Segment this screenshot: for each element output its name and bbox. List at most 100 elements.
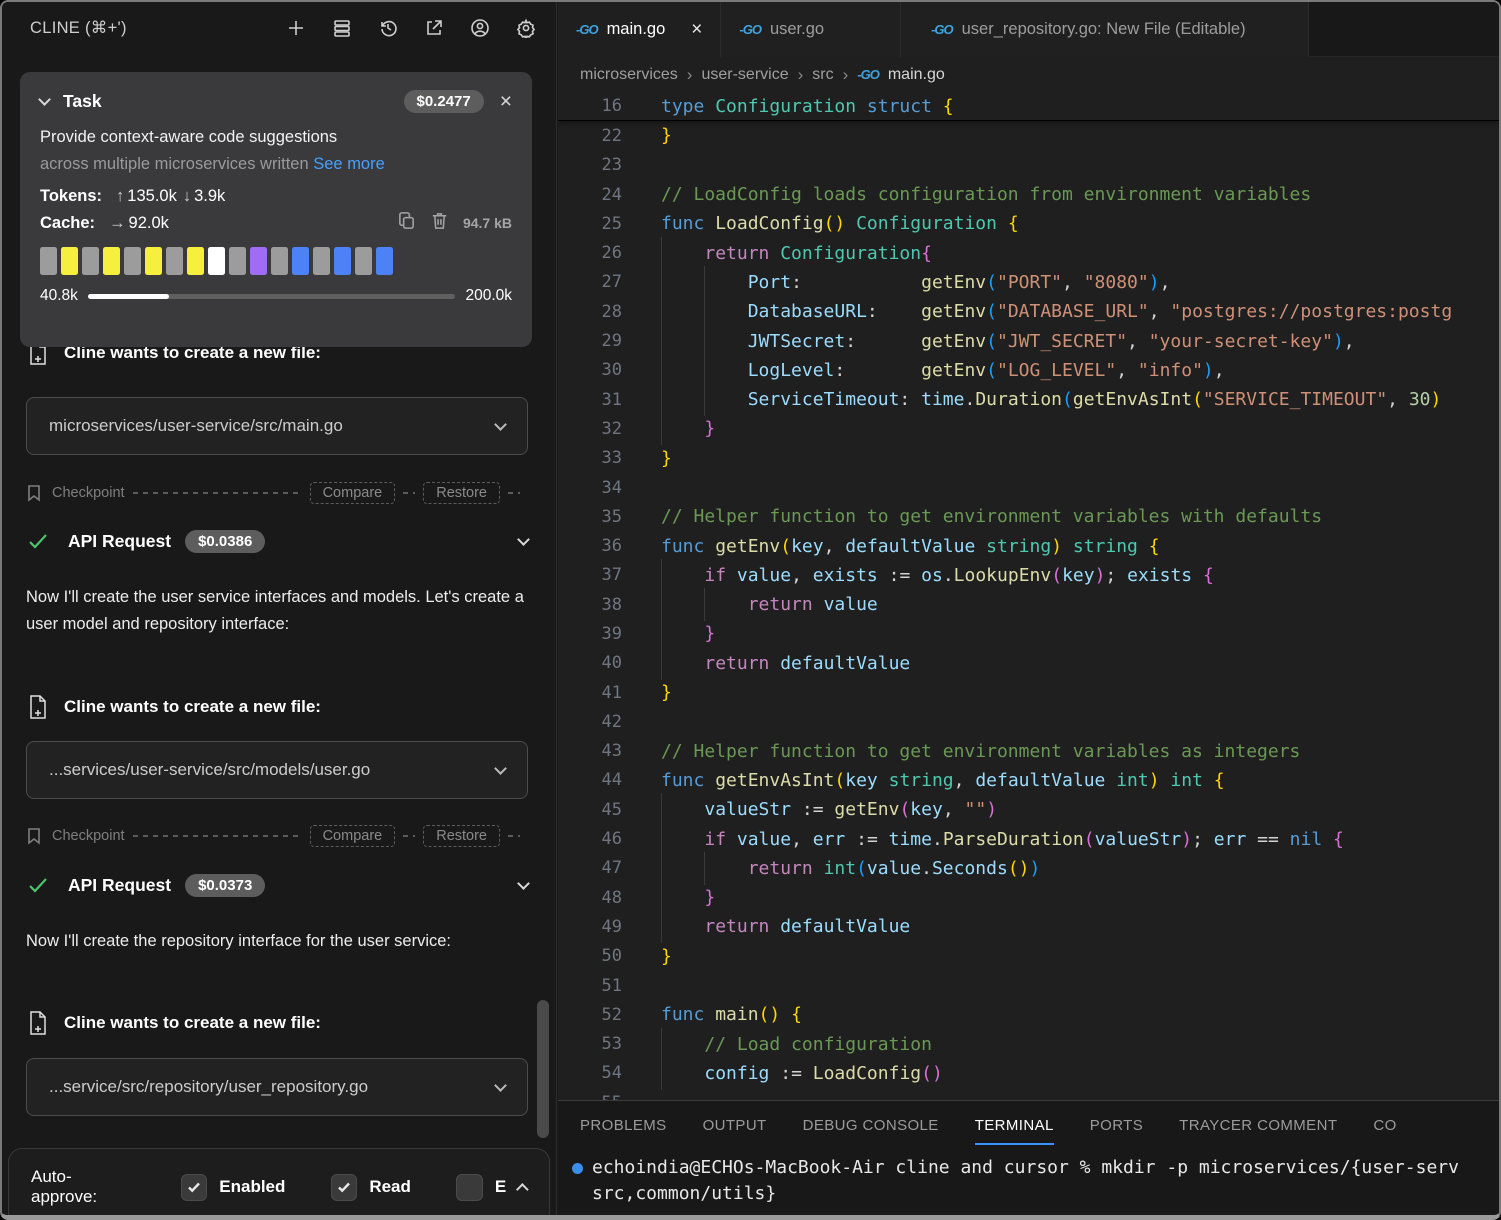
breadcrumb-item[interactable]: main.go bbox=[888, 66, 945, 84]
line-number[interactable]: 47 bbox=[558, 858, 622, 878]
code-line[interactable]: 34 bbox=[558, 473, 1499, 502]
tab-output[interactable]: OUTPUT bbox=[703, 1117, 767, 1145]
code-line[interactable]: 53 // Load configuration bbox=[558, 1030, 1499, 1059]
line-number[interactable]: 53 bbox=[558, 1034, 622, 1054]
code-line[interactable]: 31 ServiceTimeout: time.Duration(getEnvA… bbox=[558, 385, 1499, 414]
line-number[interactable]: 48 bbox=[558, 888, 622, 908]
line-number[interactable]: 22 bbox=[558, 126, 622, 146]
task-close-icon[interactable]: × bbox=[500, 91, 512, 112]
code-line[interactable]: 29 JWTSecret: getEnv("JWT_SECRET", "your… bbox=[558, 326, 1499, 355]
line-number[interactable]: 34 bbox=[558, 478, 622, 498]
code-line[interactable]: 28 DatabaseURL: getEnv("DATABASE_URL", "… bbox=[558, 297, 1499, 326]
code-line[interactable]: 26 return Configuration{ bbox=[558, 238, 1499, 267]
line-number[interactable]: 25 bbox=[558, 214, 622, 234]
code-line[interactable]: 42 bbox=[558, 707, 1499, 736]
sticky-code-line[interactable]: 16type Configuration struct { bbox=[558, 92, 1499, 121]
breadcrumb-item[interactable]: src bbox=[812, 66, 833, 84]
line-number[interactable]: 44 bbox=[558, 770, 622, 790]
line-number[interactable]: 38 bbox=[558, 595, 622, 615]
tab-comments[interactable]: CO bbox=[1373, 1117, 1396, 1145]
line-number[interactable]: 46 bbox=[558, 829, 622, 849]
tab-debug-console[interactable]: DEBUG CONSOLE bbox=[803, 1117, 939, 1145]
file-path-dropdown-3[interactable]: ...service/src/repository/user_repositor… bbox=[26, 1058, 528, 1116]
api-request-row-2[interactable]: API Request $0.0373 bbox=[26, 868, 528, 902]
line-number[interactable]: 43 bbox=[558, 741, 622, 761]
tab-user-repository-go[interactable]: -GO user_repository.go: New File (Editab… bbox=[901, 2, 1309, 57]
code-line[interactable]: 54 config := LoadConfig() bbox=[558, 1059, 1499, 1088]
line-number[interactable]: 36 bbox=[558, 536, 622, 556]
see-more-link[interactable]: See more bbox=[313, 155, 385, 173]
line-number[interactable]: 54 bbox=[558, 1063, 622, 1083]
code-line[interactable]: 51 bbox=[558, 971, 1499, 1000]
checkbox-edit[interactable] bbox=[456, 1174, 482, 1201]
line-number[interactable]: 33 bbox=[558, 448, 622, 468]
code-line[interactable]: 44func getEnvAsInt(key string, defaultVa… bbox=[558, 766, 1499, 795]
code-line[interactable]: 46 if value, err := time.ParseDuration(v… bbox=[558, 824, 1499, 853]
code-line[interactable]: 35// Helper function to get environment … bbox=[558, 502, 1499, 531]
code-line[interactable]: 24// LoadConfig loads configuration from… bbox=[558, 180, 1499, 209]
checkbox-read[interactable] bbox=[331, 1174, 357, 1201]
history-icon[interactable] bbox=[377, 18, 398, 39]
line-number[interactable]: 49 bbox=[558, 917, 622, 937]
code-line[interactable]: 49 return defaultValue bbox=[558, 912, 1499, 941]
line-number[interactable]: 37 bbox=[558, 565, 622, 585]
checkbox-enabled[interactable] bbox=[181, 1174, 207, 1201]
close-tab-icon[interactable]: × bbox=[691, 19, 702, 41]
tab-main-go[interactable]: -GO main.go × bbox=[558, 2, 721, 57]
line-number[interactable]: 45 bbox=[558, 800, 622, 820]
file-path-dropdown-1[interactable]: microservices/user-service/src/main.go bbox=[26, 397, 528, 455]
line-number[interactable]: 41 bbox=[558, 683, 622, 703]
code-line[interactable]: 48 } bbox=[558, 883, 1499, 912]
compare-button[interactable]: Compare bbox=[310, 482, 396, 504]
tab-problems[interactable]: PROBLEMS bbox=[580, 1117, 667, 1145]
settings-gear-icon[interactable] bbox=[515, 18, 536, 39]
code-line[interactable]: 41} bbox=[558, 678, 1499, 707]
line-number[interactable]: 27 bbox=[558, 272, 622, 292]
tab-traycer-comment[interactable]: TRAYCER COMMENT bbox=[1179, 1117, 1337, 1145]
code-line[interactable]: 37 if value, exists := os.LookupEnv(key)… bbox=[558, 561, 1499, 590]
chevron-up-icon[interactable] bbox=[516, 1183, 529, 1196]
chevron-down-icon[interactable] bbox=[517, 877, 530, 890]
code-line[interactable]: 27 Port: getEnv("PORT", "8080"), bbox=[558, 268, 1499, 297]
task-collapse-icon[interactable] bbox=[38, 93, 51, 106]
line-number[interactable]: 30 bbox=[558, 360, 622, 380]
sticky-scroll-line[interactable]: 16type Configuration struct { bbox=[558, 92, 1499, 121]
code-line[interactable]: 55 bbox=[558, 1088, 1499, 1100]
line-number[interactable]: 51 bbox=[558, 976, 622, 996]
code-line[interactable]: 39 } bbox=[558, 619, 1499, 648]
line-number[interactable]: 29 bbox=[558, 331, 622, 351]
code-line[interactable]: 33} bbox=[558, 444, 1499, 473]
code-line[interactable]: 22} bbox=[558, 121, 1499, 150]
sidebar-scrollbar[interactable] bbox=[537, 1000, 549, 1138]
code-line[interactable]: 25func LoadConfig() Configuration { bbox=[558, 209, 1499, 238]
code-line[interactable]: 50} bbox=[558, 942, 1499, 971]
compare-button[interactable]: Compare bbox=[310, 825, 396, 847]
code-editor[interactable]: 16type Configuration struct { 22} 23 24//… bbox=[558, 92, 1499, 1100]
line-number[interactable]: 50 bbox=[558, 946, 622, 966]
copy-icon[interactable] bbox=[397, 211, 416, 235]
tab-ports[interactable]: PORTS bbox=[1090, 1117, 1143, 1145]
api-request-row-1[interactable]: API Request $0.0386 bbox=[26, 524, 528, 558]
line-number[interactable]: 23 bbox=[558, 155, 622, 175]
line-number[interactable]: 32 bbox=[558, 419, 622, 439]
breadcrumb-item[interactable]: user-service bbox=[701, 66, 788, 84]
tab-user-go[interactable]: -GO user.go bbox=[721, 2, 901, 57]
new-task-icon[interactable] bbox=[285, 18, 306, 39]
code-line[interactable]: 23 bbox=[558, 151, 1499, 180]
code-line[interactable]: 36func getEnv(key, defaultValue string) … bbox=[558, 531, 1499, 560]
mcp-servers-icon[interactable] bbox=[331, 18, 352, 39]
line-number[interactable]: 16 bbox=[558, 96, 622, 116]
delete-trash-icon[interactable] bbox=[430, 211, 449, 235]
code-line[interactable]: 47 return int(value.Seconds()) bbox=[558, 854, 1499, 883]
file-path-dropdown-2[interactable]: ...services/user-service/src/models/user… bbox=[26, 741, 528, 799]
line-number[interactable]: 42 bbox=[558, 712, 622, 732]
line-number[interactable]: 39 bbox=[558, 624, 622, 644]
line-number[interactable]: 28 bbox=[558, 302, 622, 322]
code-line[interactable]: 45 valueStr := getEnv(key, "") bbox=[558, 795, 1499, 824]
line-number[interactable]: 40 bbox=[558, 653, 622, 673]
terminal-content[interactable]: echoindia@ECHOs-MacBook-Air cline and cu… bbox=[558, 1155, 1499, 1207]
code-line[interactable]: 52func main() { bbox=[558, 1000, 1499, 1029]
code-line[interactable]: 38 return value bbox=[558, 590, 1499, 619]
line-number[interactable]: 55 bbox=[558, 1093, 622, 1100]
line-number[interactable]: 26 bbox=[558, 243, 622, 263]
